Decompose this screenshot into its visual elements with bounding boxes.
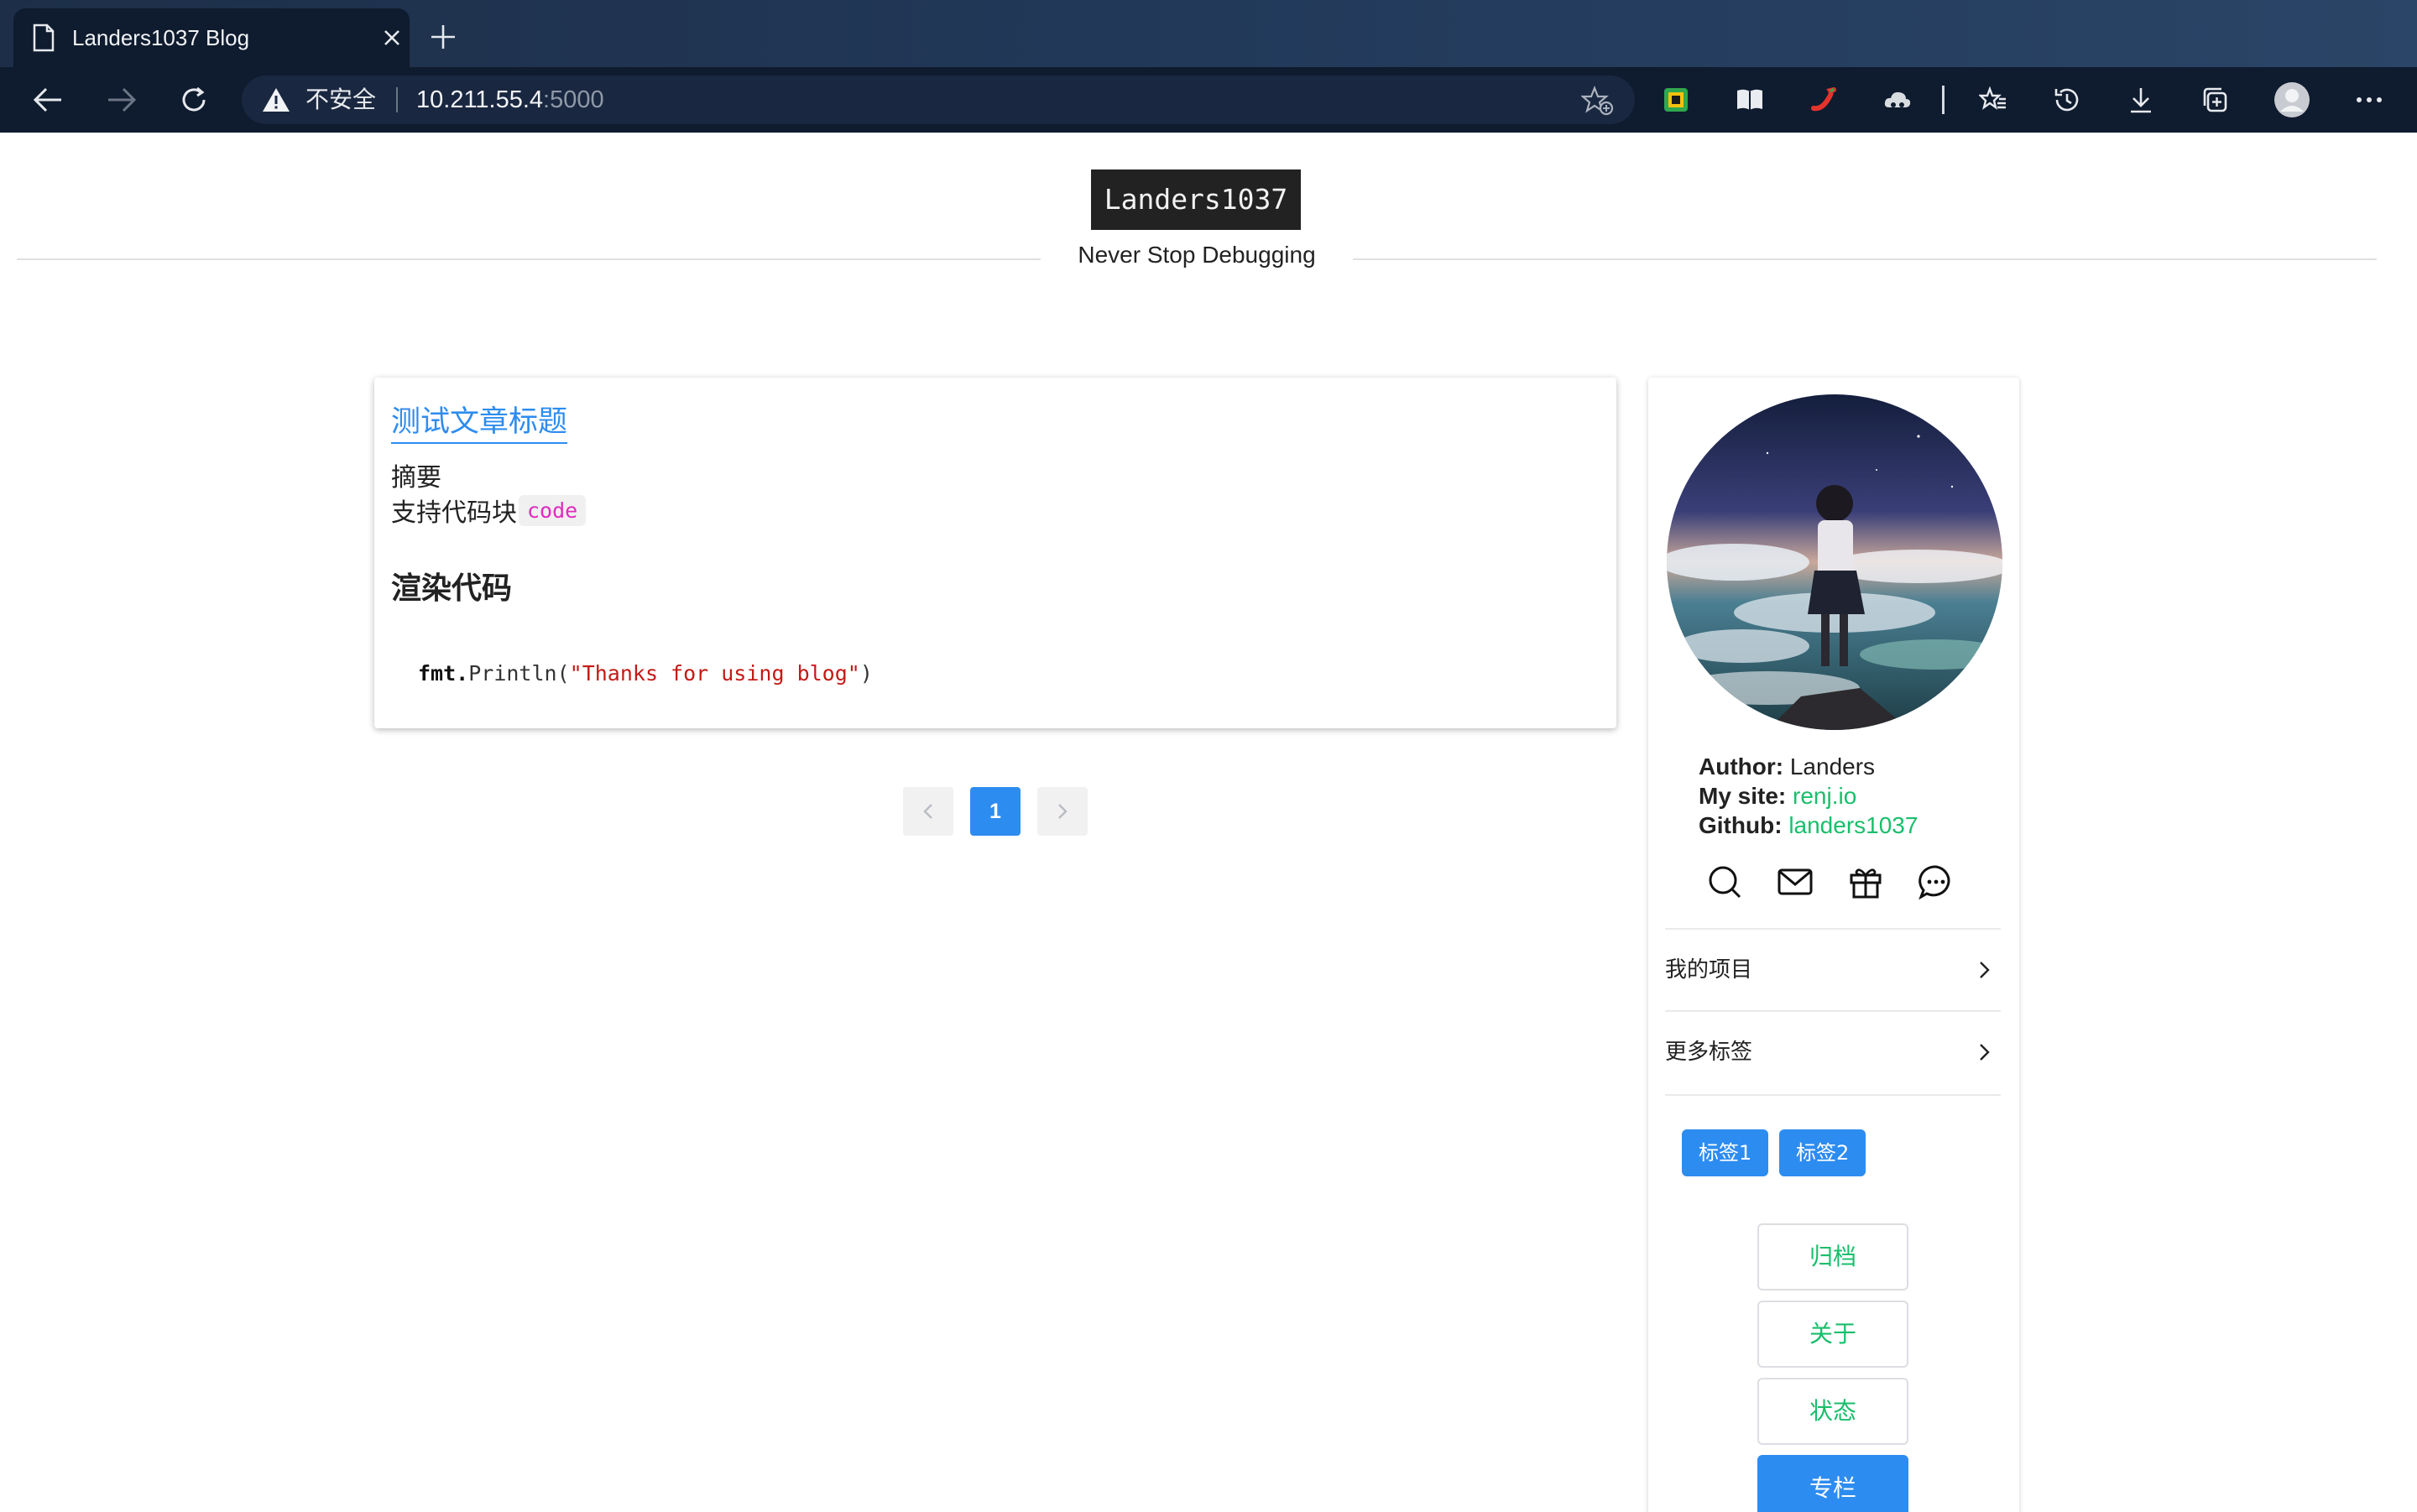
post-title-link[interactable]: 测试文章标题 <box>391 398 568 444</box>
site-row: My site: renj.io <box>1699 781 1918 811</box>
url-host: 10.211.55.4 <box>416 86 544 113</box>
extension-green-icon[interactable] <box>1655 79 1697 121</box>
history-icon[interactable] <box>2046 79 2088 121</box>
header-divider-right <box>1353 258 2377 260</box>
tag-button[interactable]: 标签2 <box>1779 1129 1866 1176</box>
pepper-extension-icon[interactable] <box>1803 79 1845 121</box>
address-divider <box>396 87 398 112</box>
browser-tab[interactable]: Landers1037 Blog <box>13 8 410 67</box>
author-info: Author: Landers My site: renj.io Github:… <box>1699 752 1918 840</box>
menu-item-label: 更多标签 <box>1665 1040 1753 1065</box>
menu-item-projects[interactable]: 我的项目 <box>1665 928 2001 1010</box>
post-body-line: 支持代码块 code <box>391 492 587 529</box>
pagination-page-button[interactable]: 1 <box>970 787 1021 836</box>
tag-button[interactable]: 标签1 <box>1682 1129 1769 1176</box>
post-body-text: 支持代码块 <box>391 498 517 528</box>
status-button[interactable]: 状态 <box>1757 1378 1908 1445</box>
profile-avatar-icon[interactable] <box>2271 79 2313 121</box>
author-avatar <box>1667 394 2002 730</box>
chevron-right-icon <box>1980 962 1990 978</box>
chevron-left-icon <box>923 804 932 819</box>
warning-icon[interactable] <box>262 86 290 113</box>
site-logo[interactable]: Landers1037 <box>1091 169 1301 230</box>
author-name: Landers <box>1789 753 1876 779</box>
chevron-right-icon <box>1980 1044 1990 1061</box>
column-button[interactable]: 专栏 <box>1757 1455 1908 1512</box>
refresh-icon[interactable] <box>173 79 215 121</box>
search-icon[interactable] <box>1705 863 1744 901</box>
github-link[interactable]: landers1037 <box>1788 812 1918 838</box>
tab-title: Landers1037 Blog <box>72 25 250 50</box>
tab-bar: Landers1037 Blog <box>0 0 2417 67</box>
reader-extension-icon[interactable] <box>1729 79 1771 121</box>
browser-toolbar: 不安全 10.211.55.4:5000 <box>0 67 2417 133</box>
post-heading: 渲染代码 <box>391 571 513 606</box>
social-icons <box>1699 863 1984 905</box>
back-icon[interactable] <box>27 79 69 121</box>
favorites-icon[interactable] <box>1972 79 2014 121</box>
code-block: fmt.Println("Thanks for using blog") <box>418 661 873 686</box>
author-label: Author: <box>1699 753 1784 779</box>
pagination-next-button[interactable] <box>1037 787 1088 836</box>
gift-icon[interactable] <box>1846 863 1885 901</box>
site-link[interactable]: renj.io <box>1793 783 1856 809</box>
cloud-extension-icon[interactable] <box>1877 79 1918 121</box>
toolbar-divider <box>1942 86 1945 114</box>
post-summary: 摘要 <box>391 463 441 493</box>
pagination-prev-button[interactable] <box>903 787 953 836</box>
menu-item-label: 我的项目 <box>1665 957 1753 983</box>
close-tab-icon[interactable] <box>376 22 408 54</box>
add-favorite-icon[interactable] <box>1581 86 1615 116</box>
menu-divider <box>1665 1094 2001 1096</box>
chat-icon[interactable] <box>1917 863 1955 901</box>
security-label[interactable]: 不安全 <box>305 76 376 124</box>
url-text[interactable]: 10.211.55.4:5000 <box>416 76 604 124</box>
menu-item-more-tags[interactable]: 更多标签 <box>1665 1010 2001 1092</box>
about-button[interactable]: 关于 <box>1757 1301 1908 1368</box>
github-label: Github: <box>1699 812 1783 838</box>
url-port: :5000 <box>543 86 604 113</box>
more-menu-icon[interactable] <box>2348 79 2390 121</box>
page-content: Landers1037 Never Stop Debugging 测试文章标题 … <box>0 133 2417 1512</box>
post-card: 测试文章标题 摘要 支持代码块 code 渲染代码 fmt.Println("T… <box>374 378 1616 728</box>
code-package: fmt. <box>418 661 469 686</box>
chevron-right-icon <box>1058 804 1068 819</box>
inline-code: code <box>519 494 587 526</box>
header-divider-left <box>17 258 1041 260</box>
github-row: Github: landers1037 <box>1699 811 1918 840</box>
site-tagline: Never Stop Debugging <box>1078 242 1316 268</box>
archive-button[interactable]: 归档 <box>1757 1223 1908 1290</box>
site-label: My site: <box>1699 783 1787 809</box>
page-icon <box>33 23 55 52</box>
sidebar: Author: Landers My site: renj.io Github:… <box>1648 378 2019 1512</box>
author-row: Author: Landers <box>1699 752 1918 781</box>
code-string: "Thanks for using blog" <box>569 661 860 686</box>
new-tab-icon[interactable] <box>426 20 460 54</box>
code-close: ) <box>859 661 873 686</box>
code-call: Println( <box>468 661 570 686</box>
forward-icon[interactable] <box>101 79 143 121</box>
download-icon[interactable] <box>2120 79 2162 121</box>
mail-icon[interactable] <box>1776 863 1814 901</box>
address-bar[interactable]: 不安全 10.211.55.4:5000 <box>242 76 1635 124</box>
collections-icon[interactable] <box>2194 79 2236 121</box>
